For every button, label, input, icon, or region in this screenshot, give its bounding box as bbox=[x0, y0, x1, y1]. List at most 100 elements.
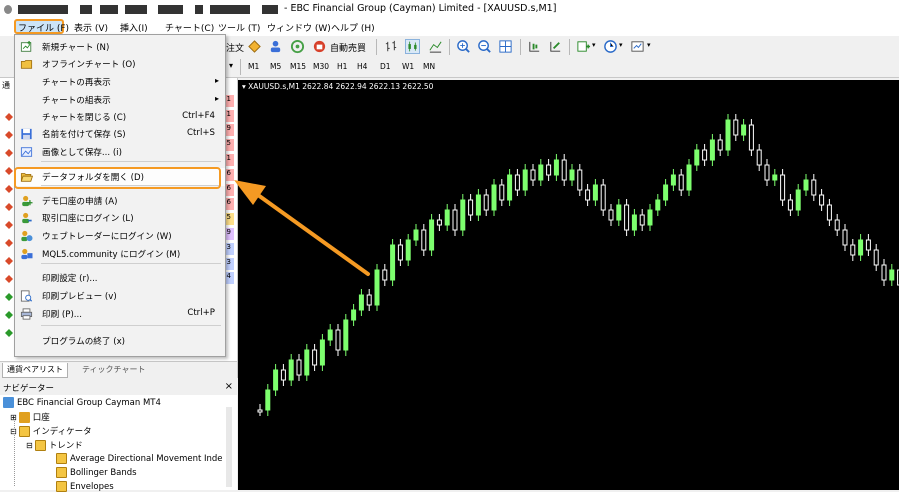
candle-body bbox=[889, 269, 895, 281]
chevron-down-icon[interactable]: ▾ bbox=[619, 41, 623, 49]
tab-tick-chart[interactable]: ティックチャート bbox=[78, 363, 149, 377]
candle-body bbox=[335, 329, 341, 351]
menu-chart[interactable]: チャート(C) bbox=[165, 21, 214, 34]
navigator-scrollbar[interactable] bbox=[226, 407, 232, 487]
menu-insert[interactable]: 挿入(I) bbox=[120, 21, 148, 34]
line-chart-icon[interactable] bbox=[428, 39, 443, 54]
candle-body bbox=[600, 184, 606, 211]
tab-symbols[interactable]: 通貨ペアリスト bbox=[2, 363, 68, 378]
menu-window[interactable]: ウィンドウ (W) bbox=[267, 21, 331, 34]
menu-item-label: 画像として保存... (i) bbox=[42, 148, 122, 158]
timeframe-m1[interactable]: M1 bbox=[248, 62, 259, 71]
candle-body bbox=[764, 164, 770, 181]
menu-item-offline-chart[interactable]: オフラインチャート (O) bbox=[15, 55, 225, 73]
menu-tools[interactable]: ツール (T) bbox=[218, 21, 260, 34]
collapse-icon[interactable]: ⊟ bbox=[26, 441, 33, 450]
menu-item-login-account[interactable]: 取引口座にログイン (L) bbox=[15, 209, 225, 227]
price-down-icon bbox=[5, 113, 13, 121]
timeframe-h4[interactable]: H4 bbox=[357, 62, 367, 71]
tree-item-indicators[interactable]: ⊟ インディケータ bbox=[10, 425, 92, 437]
candle-body bbox=[678, 174, 684, 191]
candle-body bbox=[772, 174, 778, 181]
tree-item-root[interactable]: EBC Financial Group Cayman MT4 bbox=[3, 397, 161, 408]
candle-body bbox=[296, 359, 302, 376]
menu-item-print[interactable]: 印刷 (P)... Ctrl+P bbox=[15, 305, 225, 323]
chevron-down-icon[interactable]: ▾ bbox=[647, 41, 651, 49]
menu-view[interactable]: 表示 (V) bbox=[74, 21, 108, 34]
menu-item-exit[interactable]: プログラムの終了 (x) bbox=[15, 332, 225, 350]
period-clock-icon[interactable] bbox=[603, 39, 618, 54]
timeframe-m15[interactable]: M15 bbox=[290, 62, 306, 71]
menu-item-chart-group[interactable]: チャートの組表示 ▸ bbox=[15, 91, 225, 109]
chart-shift-icon[interactable] bbox=[527, 39, 542, 54]
timeframe-h1[interactable]: H1 bbox=[337, 62, 347, 71]
signal-icon[interactable] bbox=[290, 39, 305, 54]
timeframe-d1[interactable]: D1 bbox=[380, 62, 391, 71]
toolbar-separator bbox=[376, 39, 377, 55]
bar-chart-icon[interactable] bbox=[384, 39, 399, 54]
candle-body bbox=[608, 209, 614, 221]
menu-separator bbox=[41, 161, 221, 162]
candle-body bbox=[702, 149, 708, 161]
menu-help[interactable]: ヘルプ (H) bbox=[331, 21, 375, 34]
candlestick-icon[interactable] bbox=[405, 39, 420, 54]
menu-file[interactable]: ファイル (F) bbox=[18, 21, 69, 34]
timeframe-m30[interactable]: M30 bbox=[313, 62, 329, 71]
tree-item-trend[interactable]: ⊟ トレンド bbox=[26, 439, 83, 451]
candle-body bbox=[553, 159, 559, 176]
autotrade-icon[interactable] bbox=[312, 39, 327, 54]
candle-body bbox=[397, 244, 403, 261]
candle-body bbox=[483, 194, 489, 211]
candle-body bbox=[343, 319, 349, 351]
toolbar-separator bbox=[520, 39, 521, 55]
candle-body bbox=[312, 349, 318, 366]
indicator-icon bbox=[56, 453, 67, 464]
tree-item-envelopes[interactable]: Envelopes bbox=[56, 481, 114, 492]
candle-body bbox=[390, 244, 396, 281]
candle-body bbox=[639, 214, 645, 226]
candle-body bbox=[865, 239, 871, 251]
indicator-folder-icon bbox=[18, 426, 30, 437]
diamond-icon[interactable] bbox=[247, 39, 262, 54]
menu-item-save-as[interactable]: 名前を付けて保存 (S) Ctrl+S bbox=[15, 125, 225, 143]
menu-item-print-setup[interactable]: 印刷設定 (r)... bbox=[15, 269, 225, 287]
tile-windows-icon[interactable] bbox=[498, 39, 513, 54]
menu-item-chart-reshow[interactable]: チャートの再表示 ▸ bbox=[15, 73, 225, 91]
price-chart[interactable]: ▾ XAUUSD.s,M1 2622.84 2622.94 2622.13 26… bbox=[238, 80, 899, 490]
menu-item-shortcut: Ctrl+S bbox=[187, 128, 215, 138]
close-icon[interactable]: × bbox=[225, 381, 233, 392]
menu-item-new-chart[interactable]: 新規チャート (N) bbox=[15, 38, 225, 56]
submenu-arrow-icon: ▸ bbox=[214, 94, 219, 103]
zoom-in-icon[interactable] bbox=[456, 39, 471, 54]
menu-item-print-preview[interactable]: 印刷プレビュー (v) bbox=[15, 287, 225, 305]
menu-item-shortcut: Ctrl+P bbox=[187, 308, 215, 318]
new-order-label[interactable]: 注文 bbox=[226, 41, 244, 54]
candle-body bbox=[413, 229, 419, 241]
price-down-icon bbox=[5, 275, 13, 283]
menu-item-demo-account[interactable]: デモ口座の申請 (A) bbox=[15, 192, 225, 210]
menu-item-login-mql5[interactable]: MQL5.community にログイン (M) bbox=[15, 245, 225, 263]
chevron-down-icon[interactable]: ▾ bbox=[229, 61, 233, 70]
timeframe-m5[interactable]: M5 bbox=[270, 62, 281, 71]
menu-item-login-webtrader[interactable]: ウェブトレーダーにログイン (W) bbox=[15, 227, 225, 245]
templates-icon[interactable] bbox=[630, 39, 645, 54]
autoscroll-icon[interactable] bbox=[548, 39, 563, 54]
navigator-tree: EBC Financial Group Cayman MT4 ⊞ 口座 ⊟ インディ… bbox=[0, 395, 237, 492]
autotrade-label[interactable]: 自動売買 bbox=[330, 41, 366, 54]
candle-body bbox=[826, 204, 832, 221]
menu-item-close-chart[interactable]: チャートを閉じる (C) Ctrl+F4 bbox=[15, 108, 225, 126]
market-watch-tabs: 通貨ペアリスト ティックチャート bbox=[0, 361, 237, 378]
menu-item-shortcut: Ctrl+F4 bbox=[182, 111, 215, 121]
timeframe-w1[interactable]: W1 bbox=[402, 62, 414, 71]
tree-item-bollinger[interactable]: Bollinger Bands bbox=[56, 467, 137, 478]
login-icon bbox=[20, 212, 33, 224]
timeframe-mn[interactable]: MN bbox=[423, 62, 435, 71]
panel-header-fragment: 通 bbox=[2, 81, 10, 90]
candle-body bbox=[507, 174, 513, 201]
zoom-out-icon[interactable] bbox=[477, 39, 492, 54]
menu-item-save-as-image[interactable]: 画像として保存... (i) bbox=[15, 143, 225, 161]
chevron-down-icon[interactable]: ▾ bbox=[592, 41, 596, 49]
people-icon[interactable] bbox=[268, 39, 283, 54]
indicators-icon[interactable] bbox=[576, 39, 591, 54]
tree-item-adx[interactable]: Average Directional Movement Inde bbox=[56, 453, 223, 464]
